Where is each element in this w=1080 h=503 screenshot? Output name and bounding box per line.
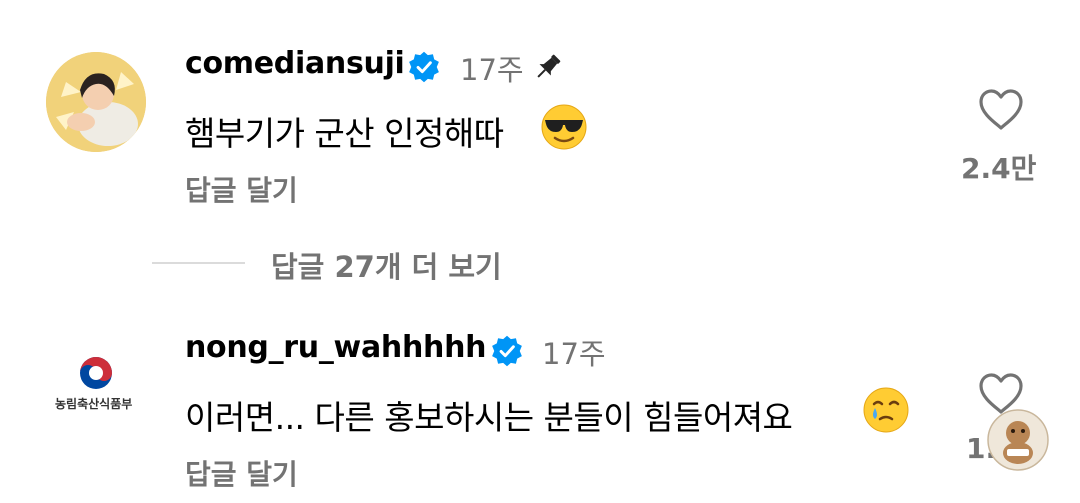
pin-icon bbox=[537, 54, 561, 78]
verified-badge-icon bbox=[492, 335, 522, 367]
heart-icon[interactable] bbox=[977, 88, 1025, 132]
face-holding-back-tears-icon bbox=[863, 387, 909, 433]
avatar[interactable]: 농림축산식품부 bbox=[46, 332, 146, 432]
reply-button[interactable]: 답글 달기 bbox=[185, 169, 298, 209]
like-count: 2.4만 bbox=[961, 152, 1037, 185]
taegeuk-emblem-icon bbox=[80, 357, 112, 389]
verified-badge-icon bbox=[409, 51, 439, 83]
comment-time: 17주 bbox=[542, 337, 606, 371]
username[interactable]: nong_ru_wahhhhh bbox=[185, 330, 487, 365]
smiling-face-with-sunglasses-icon bbox=[541, 104, 587, 150]
avatar-caption: 농림축산식품부 bbox=[55, 397, 133, 411]
username[interactable]: comediansuji bbox=[185, 46, 405, 81]
avatar[interactable] bbox=[46, 52, 146, 152]
reply-button[interactable]: 답글 달기 bbox=[185, 453, 298, 493]
divider bbox=[152, 262, 245, 264]
view-more-replies-button[interactable]: 답글 27개 더 보기 bbox=[271, 244, 502, 286]
comment-time: 17주 bbox=[460, 53, 524, 87]
comment-text: 이러면... 다른 홍보하시는 분들이 힘들어져요 bbox=[185, 398, 793, 437]
sticker-icon bbox=[987, 409, 1049, 471]
comment-text: 햄부기가 군산 인정해따 bbox=[185, 114, 504, 153]
